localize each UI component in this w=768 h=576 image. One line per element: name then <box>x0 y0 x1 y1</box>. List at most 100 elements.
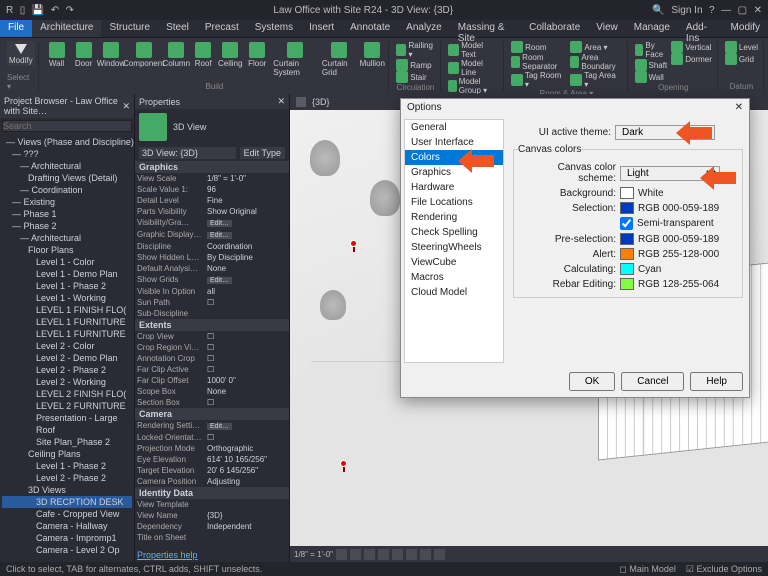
tree-node[interactable]: LEVEL 2 FURNITURE <box>2 400 132 412</box>
ramp-tool[interactable]: Ramp <box>394 59 436 71</box>
tree-node[interactable]: Site Plan_Phase 2 <box>2 436 132 448</box>
render-icon[interactable] <box>392 549 403 560</box>
tree-node[interactable]: — Existing <box>2 196 132 208</box>
tree-node[interactable]: 3D Views <box>2 484 132 496</box>
tree-node[interactable]: — Architectural <box>2 232 132 244</box>
prop-row[interactable]: Default Analysi…None <box>135 263 289 274</box>
tree-node[interactable]: 3D RECPTION DESK <box>2 496 132 508</box>
tree-node[interactable]: Roof <box>2 424 132 436</box>
signin-link[interactable]: Sign In <box>671 5 702 16</box>
cancel-button[interactable]: Cancel <box>621 372 684 391</box>
tree-node[interactable]: Level 1 - Phase 2 <box>2 460 132 472</box>
tab-architecture[interactable]: Architecture <box>32 20 101 37</box>
ceiling-tool[interactable]: Ceiling <box>217 41 243 78</box>
help-button[interactable]: Help <box>690 372 743 391</box>
tagarea-tool[interactable]: Tag Area ▾ <box>568 71 623 89</box>
option-cat-colors[interactable]: Colors <box>405 150 503 165</box>
floor-tool[interactable]: Floor <box>244 41 270 78</box>
view-selector[interactable]: 3D View: {3D} <box>139 147 236 159</box>
search-icon[interactable]: 🔍 <box>652 5 664 16</box>
tree-node[interactable]: Level 2 - Demo Plan <box>2 352 132 364</box>
tree-node[interactable]: — Coordination <box>2 184 132 196</box>
ok-button[interactable]: OK <box>569 372 615 391</box>
prop-group[interactable]: Identity Data <box>135 487 289 499</box>
tab-manage[interactable]: Manage <box>626 20 678 37</box>
browser-search[interactable] <box>2 120 132 132</box>
dialog-close-icon[interactable]: ✕ <box>735 102 743 113</box>
prop-row[interactable]: Section Box☐ <box>135 397 289 408</box>
shadow-icon[interactable] <box>378 549 389 560</box>
tree-node[interactable]: LEVEL 1 FURNITURE <box>2 316 132 328</box>
color-swatch[interactable] <box>620 233 634 245</box>
railing-tool[interactable]: Railing ▾ <box>394 41 436 59</box>
tab-massingsite[interactable]: Massing & Site <box>450 20 521 37</box>
open-icon[interactable]: ▯ <box>20 5 26 16</box>
redo-icon[interactable]: ↷ <box>66 5 74 16</box>
panel-close-icon[interactable]: ✕ <box>122 101 130 112</box>
option-cat-rendering[interactable]: Rendering <box>405 210 503 225</box>
area-tool[interactable]: Area ▾ <box>568 41 623 53</box>
browser-tree[interactable]: — Views (Phase and Discipline)— ??? — Ar… <box>0 134 134 562</box>
option-cat-checkspelling[interactable]: Check Spelling <box>405 225 503 240</box>
tree-node[interactable]: Presentation - Large <box>2 412 132 424</box>
prop-row[interactable]: Detail LevelFine <box>135 195 289 206</box>
option-cat-steeringwheels[interactable]: SteeringWheels <box>405 240 503 255</box>
tree-node[interactable]: LEVEL 1 FINISH FLO( <box>2 304 132 316</box>
prop-group[interactable]: Extents <box>135 319 289 331</box>
option-cat-userinterface[interactable]: User Interface <box>405 135 503 150</box>
tree-node[interactable]: Level 2 - Phase 2 <box>2 472 132 484</box>
tab-precast[interactable]: Precast <box>197 20 247 37</box>
ui-theme-select[interactable]: Dark <box>615 125 715 140</box>
home-icon[interactable] <box>296 97 306 107</box>
tree-node[interactable]: Level 1 - Phase 2 <box>2 280 132 292</box>
save-icon[interactable]: 💾 <box>32 5 44 16</box>
dormer-tool[interactable]: Dormer <box>669 53 714 65</box>
reveal-icon[interactable] <box>434 549 445 560</box>
prop-row[interactable]: View Name{3D} <box>135 510 289 521</box>
color-swatch[interactable] <box>620 187 634 199</box>
prop-row[interactable]: Camera PositionAdjusting <box>135 476 289 487</box>
door-tool[interactable]: Door <box>71 41 97 78</box>
color-swatch[interactable] <box>620 263 634 275</box>
prop-row[interactable]: Far Clip Offset1000' 0" <box>135 375 289 386</box>
option-cat-filelocations[interactable]: File Locations <box>405 195 503 210</box>
areaboundary-tool[interactable]: Area Boundary <box>568 53 623 71</box>
tab-annotate[interactable]: Annotate <box>342 20 398 37</box>
option-cat-cloudmodel[interactable]: Cloud Model <box>405 285 503 300</box>
panel-close-icon[interactable]: ✕ <box>277 96 285 107</box>
prop-row[interactable]: Show GridsEdit… <box>135 274 289 286</box>
modify-tool[interactable]: Modify <box>7 41 35 66</box>
prop-row[interactable]: Visible In Optionall <box>135 286 289 297</box>
prop-row[interactable]: DisciplineCoordination <box>135 241 289 252</box>
prop-row[interactable]: Far Clip Active☐ <box>135 364 289 375</box>
edit-type-button[interactable]: Edit Type <box>240 147 285 159</box>
prop-row[interactable]: Scope BoxNone <box>135 386 289 397</box>
tree-node[interactable]: LEVEL 2 FINISH FLO( <box>2 388 132 400</box>
prop-row[interactable]: Rendering Setti…Edit… <box>135 420 289 432</box>
tab-collaborate[interactable]: Collaborate <box>521 20 588 37</box>
option-cat-hardware[interactable]: Hardware <box>405 180 503 195</box>
tree-node[interactable]: Floor Plans <box>2 244 132 256</box>
tree-node[interactable]: Level 2 - Working <box>2 376 132 388</box>
tree-node[interactable]: Camera - Impromp1 <box>2 532 132 544</box>
prop-group[interactable]: Camera <box>135 408 289 420</box>
tree-node[interactable]: — ??? <box>2 148 132 160</box>
tree-node[interactable]: Level 1 - Color <box>2 256 132 268</box>
shaft-tool[interactable]: Shaft <box>633 59 670 71</box>
level-tool[interactable]: Level <box>723 41 760 53</box>
prop-row[interactable]: Locked Orientat…☐ <box>135 432 289 443</box>
visual-style-icon[interactable] <box>350 549 361 560</box>
tab-file[interactable]: File <box>0 20 32 37</box>
option-cat-general[interactable]: General <box>405 120 503 135</box>
tree-node[interactable]: — Phase 1 <box>2 208 132 220</box>
byface-tool[interactable]: By Face <box>633 41 670 59</box>
tree-node[interactable]: — Architectural <box>2 160 132 172</box>
tab-steel[interactable]: Steel <box>158 20 197 37</box>
prop-row[interactable]: View Template <box>135 499 289 510</box>
prop-row[interactable]: Scale Value 1:96 <box>135 184 289 195</box>
tree-node[interactable]: Level 1 - Demo Plan <box>2 268 132 280</box>
prop-row[interactable]: Eye Elevation614' 10 165/256" <box>135 454 289 465</box>
tree-node[interactable]: Level 1 - Working <box>2 292 132 304</box>
tab-systems[interactable]: Systems <box>247 20 301 37</box>
prop-row[interactable]: View Scale1/8" = 1'-0" <box>135 173 289 184</box>
